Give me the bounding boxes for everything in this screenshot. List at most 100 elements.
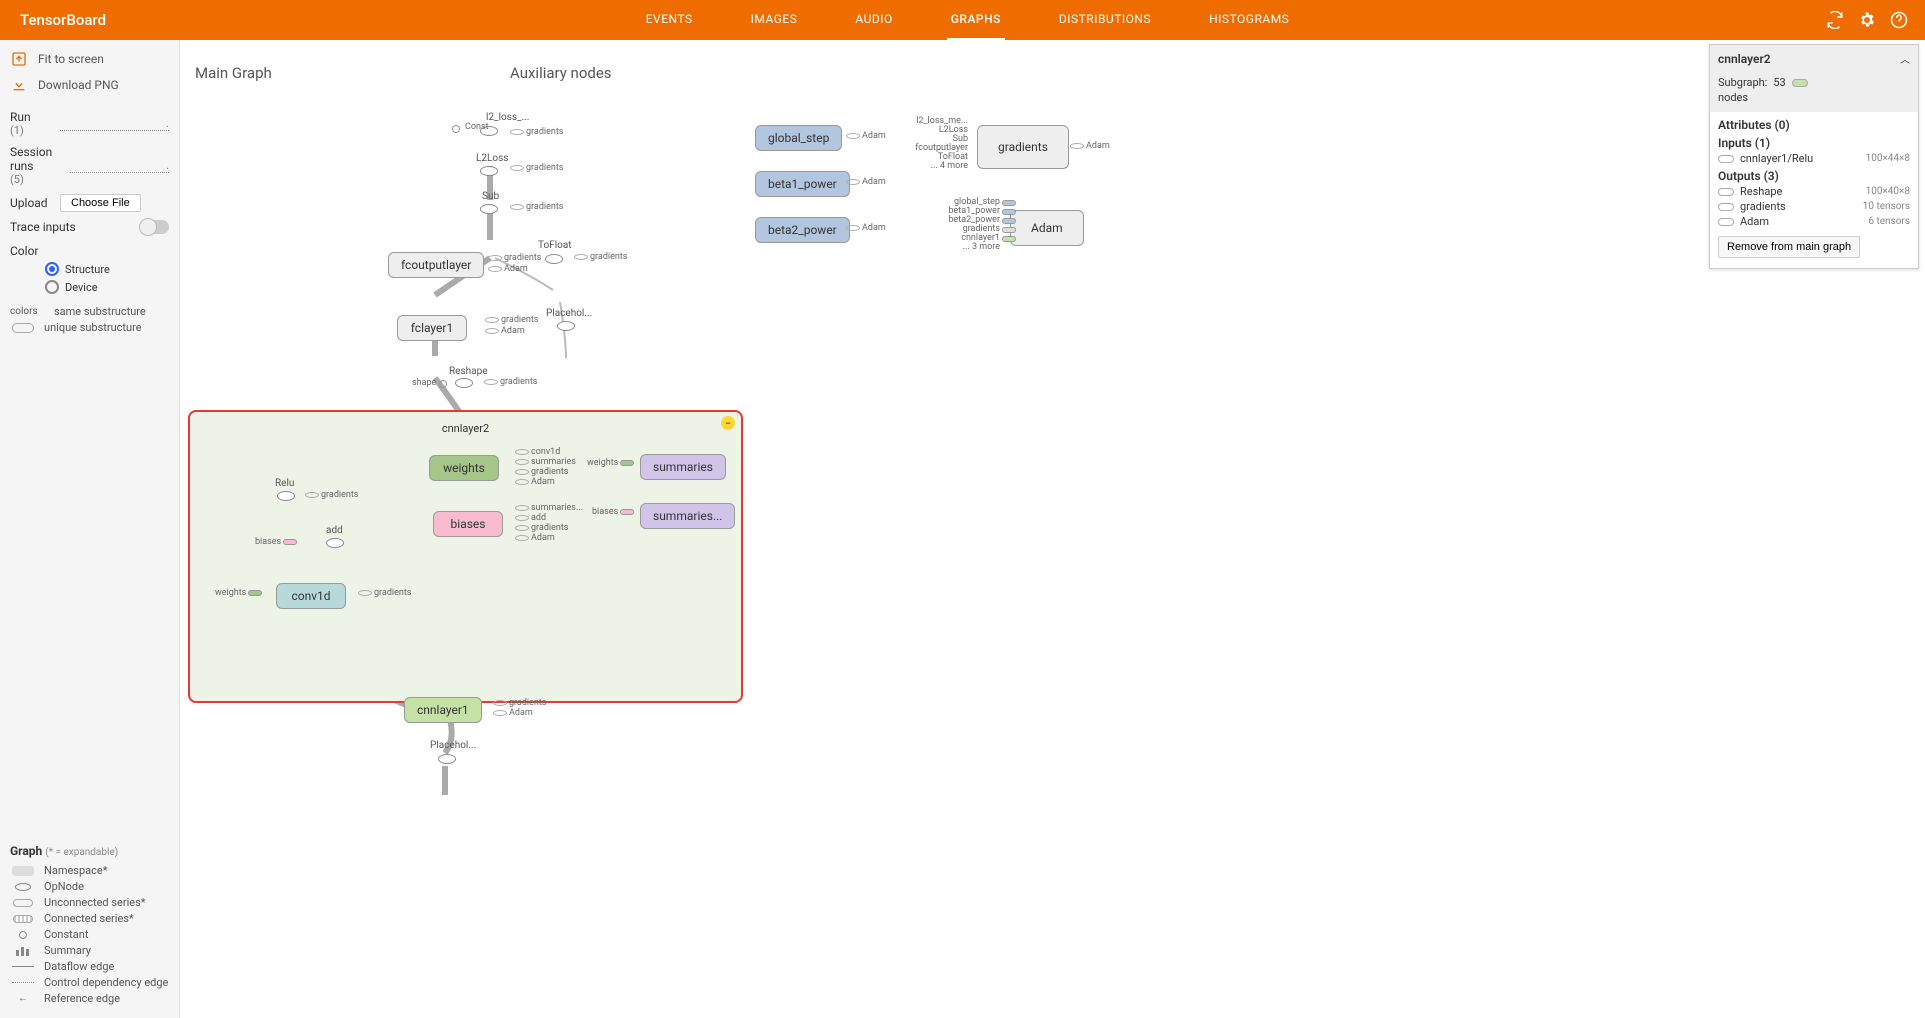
placeholder2-label: Placehol... — [430, 740, 476, 751]
color-section: Color Structure Device — [10, 244, 169, 298]
summaries-node-2[interactable]: summaries... — [640, 503, 735, 529]
output-row-3[interactable]: Adam6 tensors — [1718, 215, 1910, 228]
legend-controldep: Control dependency edge — [10, 976, 169, 989]
header-action-icons — [1809, 10, 1925, 30]
details-header[interactable]: cnnlayer2 ︿ — [1710, 45, 1918, 72]
aux-nodes-title: Auxiliary nodes — [510, 64, 612, 82]
session-label: Session runs — [10, 145, 70, 173]
tab-audio[interactable]: AUDIO — [851, 0, 896, 40]
add-label: add — [326, 525, 343, 536]
fcoutputlayer-node[interactable]: fcoutputlayer — [388, 252, 484, 278]
legend-summary: Summary — [10, 944, 169, 957]
upload-label: Upload — [10, 196, 60, 210]
tab-images[interactable]: IMAGES — [747, 0, 802, 40]
global-step-node[interactable]: global_step — [755, 125, 842, 151]
tab-events[interactable]: EVENTS — [642, 0, 697, 40]
shape-circle-icon — [439, 380, 447, 388]
attributes-header: Attributes (0) — [1718, 118, 1910, 132]
relu-label: Relu — [275, 478, 294, 489]
tab-graphs[interactable]: GRAPHS — [947, 0, 1005, 40]
conv1d-node[interactable]: conv1d — [276, 583, 346, 609]
biases-node[interactable]: biases — [433, 511, 503, 537]
tofloat-label: ToFloat — [538, 240, 572, 251]
legend-unconnected: Unconnected series* — [10, 896, 169, 909]
legend-dataflow: Dataflow edge — [10, 960, 169, 973]
run-selector[interactable]: Run (1) . — [10, 106, 169, 141]
relu-node[interactable] — [277, 491, 295, 501]
fit-screen-icon — [10, 50, 28, 68]
colors-legend: colorssame substructure unique substruct… — [10, 302, 169, 337]
graph-canvas[interactable]: Main Graph Auxiliary nodes l2_loss_... C… — [180, 40, 1925, 1018]
beta1-power-node[interactable]: beta1_power — [755, 171, 850, 197]
tabs: EVENTS IMAGES AUDIO GRAPHS DISTRIBUTIONS… — [126, 0, 1809, 40]
reshape-node[interactable] — [455, 378, 473, 388]
remove-from-graph-button[interactable]: Remove from main graph — [1718, 236, 1860, 258]
help-icon[interactable] — [1889, 10, 1909, 30]
session-selector[interactable]: Session runs (5) . — [10, 141, 169, 190]
download-png-label: Download PNG — [38, 78, 119, 92]
radio-structure[interactable] — [45, 262, 59, 276]
input-row-1[interactable]: cnnlayer1/Relu100×44×8 — [1718, 152, 1910, 165]
inputs-header: Inputs (1) — [1718, 136, 1910, 150]
collapse-icon[interactable]: − — [721, 416, 735, 430]
outputs-header: Outputs (3) — [1718, 169, 1910, 183]
main-container: Fit to screen Download PNG Run (1) . Ses… — [0, 40, 1925, 1018]
summaries-node-1[interactable]: summaries — [640, 454, 726, 480]
l2loss-node[interactable] — [480, 166, 498, 176]
legend-opnode: OpNode — [10, 880, 169, 893]
radio-device[interactable] — [45, 280, 59, 294]
const-label: Const — [465, 122, 489, 132]
cnnlayer1-node[interactable]: cnnlayer1 — [404, 697, 482, 723]
color-structure-option[interactable]: Structure — [45, 262, 169, 276]
beta2-power-node[interactable]: beta2_power — [755, 217, 850, 243]
collapse-panel-icon[interactable]: ︿ — [1900, 51, 1910, 66]
trace-inputs-label: Trace inputs — [10, 220, 141, 234]
run-dropdown[interactable]: . — [60, 116, 169, 131]
reshape-label: Reshape — [449, 366, 488, 377]
placeholder-label: Placehol... — [546, 308, 592, 319]
gradients-aux-node[interactable]: gradients — [977, 125, 1069, 169]
placeholder2-node[interactable] — [438, 754, 456, 764]
weights-node[interactable]: weights — [429, 455, 499, 481]
legend-namespace: Namespace* — [10, 864, 169, 877]
trace-inputs-toggle[interactable] — [141, 220, 169, 234]
subgraph-line: Subgraph: 53 — [1718, 76, 1910, 89]
tofloat-node[interactable] — [545, 254, 563, 264]
details-title: cnnlayer2 — [1718, 52, 1771, 66]
tab-distributions[interactable]: DISTRIBUTIONS — [1055, 0, 1155, 40]
app-header: TensorBoard EVENTS IMAGES AUDIO GRAPHS D… — [0, 0, 1925, 40]
sidebar: Fit to screen Download PNG Run (1) . Ses… — [0, 40, 180, 1018]
node-details-panel: cnnlayer2 ︿ Subgraph: 53 nodes Attribute… — [1709, 44, 1919, 269]
choose-file-button[interactable]: Choose File — [60, 194, 141, 212]
l2loss-label: L2Loss — [476, 153, 508, 164]
upload-row: Upload Choose File — [10, 190, 169, 216]
const-circle-icon — [452, 125, 460, 133]
placeholder-node[interactable] — [557, 321, 575, 331]
color-label: Color — [10, 244, 38, 258]
logo: TensorBoard — [0, 11, 126, 29]
session-dropdown[interactable]: . — [70, 158, 169, 173]
run-count: (1) — [10, 124, 60, 137]
output-row-1[interactable]: Reshape100×40×8 — [1718, 185, 1910, 198]
download-png-row[interactable]: Download PNG — [10, 76, 169, 94]
legend-connected: Connected series* — [10, 912, 169, 925]
subgraph-chip — [1792, 79, 1808, 87]
gear-icon[interactable] — [1857, 10, 1877, 30]
session-count: (5) — [10, 173, 70, 186]
tab-histograms[interactable]: HISTOGRAMS — [1205, 0, 1293, 40]
add-node[interactable] — [326, 538, 344, 548]
fclayer1-node[interactable]: fclayer1 — [397, 315, 467, 341]
cnnlayer2-title: cnnlayer2 — [190, 422, 741, 435]
sub-label: Sub — [482, 191, 499, 202]
fit-to-screen-label: Fit to screen — [38, 52, 104, 66]
sub-node[interactable] — [480, 204, 498, 214]
refresh-icon[interactable] — [1825, 10, 1845, 30]
trace-inputs-row: Trace inputs — [10, 216, 169, 238]
color-device-option[interactable]: Device — [45, 280, 169, 294]
run-label: Run — [10, 110, 60, 124]
fit-to-screen-row[interactable]: Fit to screen — [10, 50, 169, 68]
adam-aux-node[interactable]: Adam — [1010, 210, 1084, 246]
output-row-2[interactable]: gradients10 tensors — [1718, 200, 1910, 213]
download-icon — [10, 76, 28, 94]
legend-constant: Constant — [10, 928, 169, 941]
